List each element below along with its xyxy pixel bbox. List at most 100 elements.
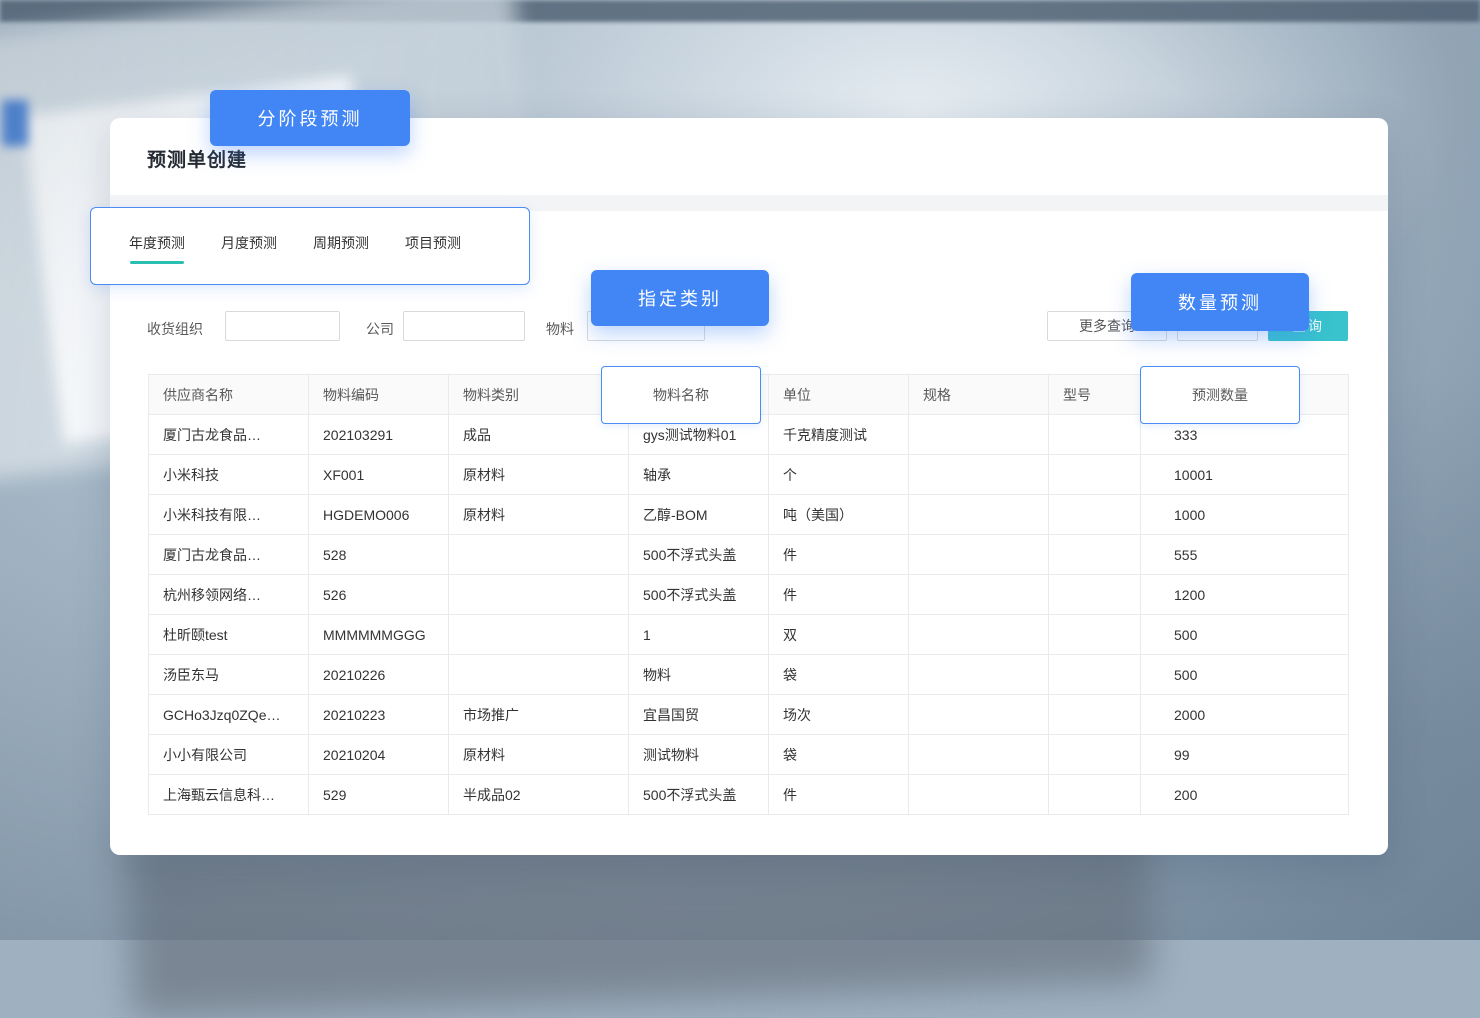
column-highlight-box: 物料名称 (601, 366, 761, 424)
table-cell (449, 655, 629, 695)
table-cell: 袋 (769, 655, 909, 695)
tab-cycle[interactable]: 周期预测 (313, 233, 369, 264)
tab-project[interactable]: 项目预测 (405, 233, 461, 264)
table-cell: 杜昕颐test (149, 615, 309, 655)
table-row[interactable]: 小米科技有限…HGDEMO006原材料乙醇-BOM吨（美国） 1000 (149, 495, 1349, 535)
callout-phased-forecast: 分阶段预测 (210, 90, 410, 146)
table-cell: 528 (309, 535, 449, 575)
table-row[interactable]: 杜昕颐testMMMMMMGGG1双500 (149, 615, 1349, 655)
table-cell: 500 (1141, 655, 1349, 695)
table-cell: 小小有限公司 (149, 735, 309, 775)
table-cell (909, 615, 1049, 655)
table-body: 厦门古龙食品…202103291成品gys测试物料01千克精度测试333小米科技… (149, 415, 1349, 815)
tab-monthly[interactable]: 月度预测 (221, 233, 277, 264)
column-header: 预测数量 (1141, 375, 1349, 415)
column-header: 物料名称 (629, 375, 769, 415)
table-cell: 500不浮式头盖 (629, 535, 769, 575)
table-cell: 小米科技有限… (149, 495, 309, 535)
table-cell: 场次 (769, 695, 909, 735)
tab-annual[interactable]: 年度预测 (129, 233, 185, 264)
table-cell (909, 775, 1049, 815)
column-header: 物料编码 (309, 375, 449, 415)
forecast-table: 供应商名称物料编码物料类别物料名称单位规格型号预测数量 厦门古龙食品… 20210… (148, 374, 1349, 815)
table-cell: 半成品02 (449, 775, 629, 815)
table-cell: 乙醇-BOM (629, 495, 769, 535)
table-cell: 1200 (1141, 575, 1349, 615)
callout-specify-category: 指定类别 (591, 270, 769, 326)
table-cell: 吨（美国） (769, 495, 909, 535)
page-title: 预测单创建 (147, 145, 247, 172)
table-cell (909, 695, 1049, 735)
tab-label: 周期预测 (313, 233, 369, 264)
table-cell: XF001 (309, 455, 449, 495)
table-cell: MMMMMMGGG (309, 615, 449, 655)
table-cell: 10001 (1141, 455, 1349, 495)
table-cell: 上海甄云信息科… (149, 775, 309, 815)
table-cell: 市场推广 (449, 695, 629, 735)
table-cell: 件 (769, 575, 909, 615)
table-cell: 20210223 (309, 695, 449, 735)
table-cell: 20210226 (309, 655, 449, 695)
table-cell: 1000 (1141, 495, 1349, 535)
results-table-wrap: 供应商名称物料编码物料类别物料名称单位规格型号预测数量 厦门古龙食品… 20210… (148, 374, 1348, 815)
tab-label: 项目预测 (405, 233, 461, 264)
column-highlight-box: 预测数量 (1140, 366, 1300, 424)
table-cell (449, 575, 629, 615)
tabs-panel: 年度预测 月度预测 周期预测 项目预测 (90, 207, 530, 285)
table-cell: 千克精度测试 (769, 415, 909, 455)
table-row[interactable]: 杭州移领网络…526500不浮式头盖件1200 (149, 575, 1349, 615)
table-cell: 200 (1141, 775, 1349, 815)
table-cell (1049, 535, 1141, 575)
table-cell: 厦门古龙食品… (149, 415, 309, 455)
table-cell: 原材料 (449, 495, 629, 535)
table-cell (909, 535, 1049, 575)
table-cell: 件 (769, 775, 909, 815)
table-cell: 555 (1141, 535, 1349, 575)
table-cell: HGDEMO006 (309, 495, 449, 535)
table-cell: 500不浮式头盖 (629, 575, 769, 615)
table-cell: 双 (769, 615, 909, 655)
tabs: 年度预测 月度预测 周期预测 项目预测 (91, 208, 529, 264)
receiving-org-input[interactable] (225, 311, 340, 341)
company-label: 公司 (366, 319, 394, 339)
table-row[interactable]: 汤臣东马20210226 物料袋 500 (149, 655, 1349, 695)
table-cell: 件 (769, 535, 909, 575)
table-cell: 袋 (769, 735, 909, 775)
table-cell (449, 615, 629, 655)
callout-quantity-forecast: 数量预测 (1131, 273, 1309, 331)
table-cell (1049, 495, 1141, 535)
table-cell: GCHo3Jzq0ZQe… (149, 695, 309, 735)
table-row[interactable]: GCHo3Jzq0ZQe…20210223市场推广宜昌国贸场次 2000 (149, 695, 1349, 735)
table-cell: 529 (309, 775, 449, 815)
table-row[interactable]: 厦门古龙食品…528500不浮式头盖件555 (149, 535, 1349, 575)
table-cell (909, 455, 1049, 495)
table-cell (1049, 415, 1141, 455)
material-label: 物料 (546, 319, 574, 339)
table-cell: 2000 (1141, 695, 1349, 735)
table-cell: 99 (1141, 735, 1349, 775)
column-header: 规格 (909, 375, 1049, 415)
receiving-org-label: 收货组织 (147, 319, 203, 339)
table-cell (909, 495, 1049, 535)
table-cell: 个 (769, 455, 909, 495)
table-cell (1049, 655, 1141, 695)
table-cell: 原材料 (449, 455, 629, 495)
table-cell: 500不浮式头盖 (629, 775, 769, 815)
table-cell: 宜昌国贸 (629, 695, 769, 735)
table-cell: 测试物料 (629, 735, 769, 775)
table-row[interactable]: 小米科技XF001原材料轴承个10001 (149, 455, 1349, 495)
table-cell: 汤臣东马 (149, 655, 309, 695)
table-cell (909, 575, 1049, 615)
table-row[interactable]: 小小有限公司20210204原材料测试物料袋99 (149, 735, 1349, 775)
company-input[interactable] (403, 311, 525, 341)
table-cell: 物料 (629, 655, 769, 695)
column-header: 型号 (1049, 375, 1141, 415)
table-cell: 1 (629, 615, 769, 655)
table-header-row: 供应商名称物料编码物料类别物料名称单位规格型号预测数量 (149, 375, 1349, 415)
table-cell: 轴承 (629, 455, 769, 495)
table-cell (1049, 615, 1141, 655)
table-cell (909, 735, 1049, 775)
table-cell: 20210204 (309, 735, 449, 775)
table-cell (1049, 575, 1141, 615)
table-row[interactable]: 上海甄云信息科…529半成品02500不浮式头盖件 200 (149, 775, 1349, 815)
